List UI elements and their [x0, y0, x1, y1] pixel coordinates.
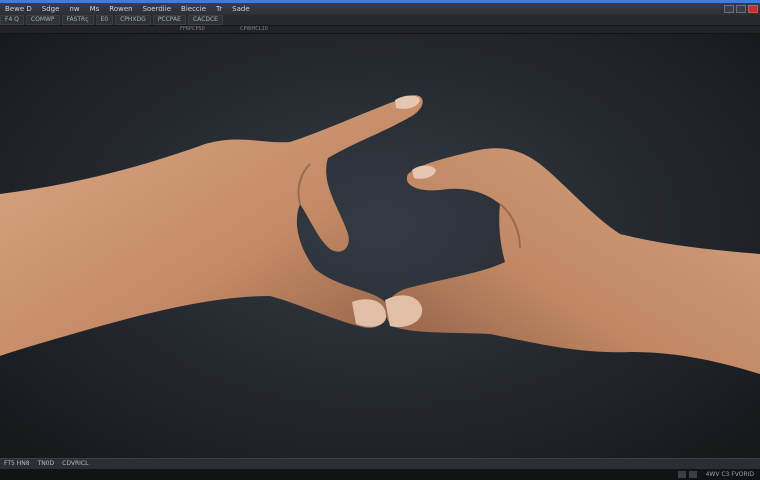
- menu-item[interactable]: Bewe D: [0, 3, 37, 15]
- status-item: FT5 HN8: [4, 460, 30, 467]
- close-button[interactable]: [748, 5, 758, 13]
- taskbar-clock[interactable]: 4WV C3 FVORID: [700, 469, 760, 480]
- toolbar-button[interactable]: COMWP: [25, 15, 60, 25]
- toolbar-button[interactable]: PCCPAE: [152, 15, 186, 25]
- status-item: TN0D: [37, 460, 55, 467]
- menu-item[interactable]: Soerdiie: [138, 3, 176, 15]
- tray-icon[interactable]: [688, 471, 697, 478]
- right-hand: [385, 148, 760, 374]
- minimize-button[interactable]: [724, 5, 734, 13]
- ruler-label: FF6PCPS0: [180, 26, 205, 32]
- ruler-label: CPWHCL10: [240, 26, 268, 32]
- status-bar: FT5 HN8 TN0D CDVRICL: [0, 458, 760, 469]
- menu-item[interactable]: Bieccie: [176, 3, 211, 15]
- hands-illustration: [0, 95, 760, 374]
- status-item: CDVRICL: [62, 460, 89, 467]
- toolbar-button[interactable]: CPHXDG: [115, 15, 151, 25]
- menu-bar: Bewe D Sdge nw Ms Rowen Soerdiie Bieccie…: [0, 3, 760, 15]
- image-canvas[interactable]: [0, 34, 760, 458]
- left-hand: [0, 95, 423, 356]
- toolbar: F4 Q COMWP FASTRç E0 CPHXDG PCCPAE CACDC…: [0, 15, 760, 26]
- ruler: FF6PCPS0 CPWHCL10: [0, 26, 760, 34]
- toolbar-button[interactable]: FASTRç: [61, 15, 94, 25]
- taskbar: 4WV C3 FVORID: [0, 469, 760, 480]
- toolbar-button[interactable]: CACDCE: [187, 15, 223, 25]
- toolbar-button[interactable]: F4 Q: [0, 15, 24, 25]
- menu-item[interactable]: Rowen: [104, 3, 137, 15]
- menu-item[interactable]: nw: [64, 3, 84, 15]
- menu-item[interactable]: Sade: [227, 3, 254, 15]
- toolbar-button[interactable]: E0: [95, 15, 114, 25]
- tray-icon[interactable]: [677, 471, 686, 478]
- maximize-button[interactable]: [736, 5, 746, 13]
- menu-item[interactable]: Ms: [85, 3, 105, 15]
- menu-item[interactable]: Tr: [211, 3, 227, 15]
- menu-item[interactable]: Sdge: [37, 3, 65, 15]
